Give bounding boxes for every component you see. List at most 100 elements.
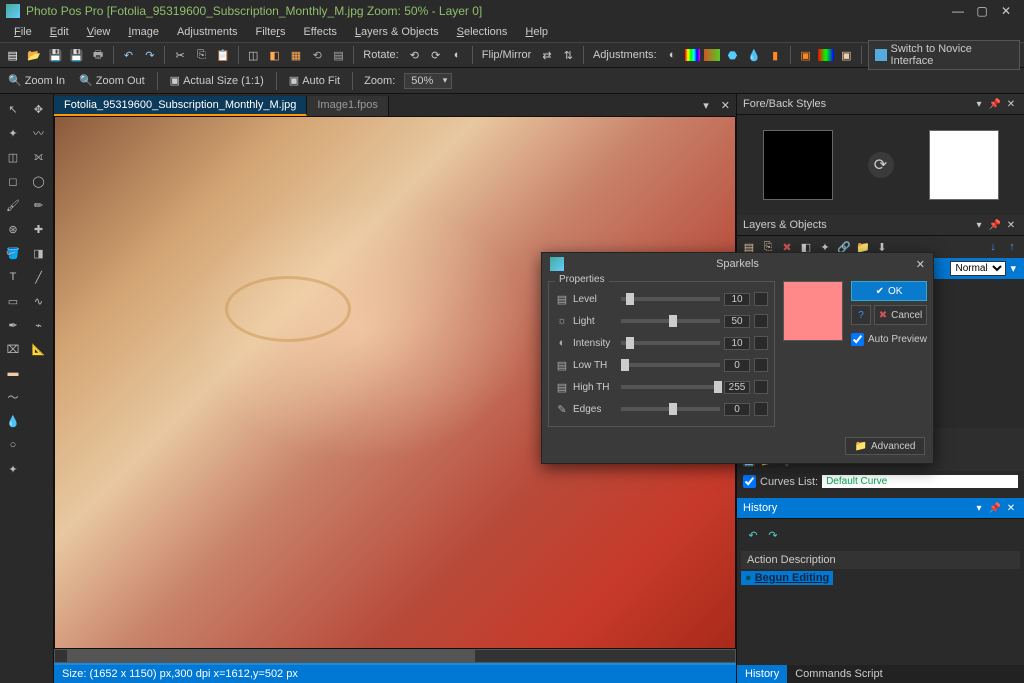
smudge-tool[interactable]: 〜	[2, 386, 24, 408]
adj-levels-icon[interactable]	[685, 49, 700, 61]
panel-close-icon[interactable]: ✕	[1004, 97, 1018, 111]
cancel-button[interactable]: ✖Cancel	[874, 305, 927, 325]
level-reset[interactable]	[754, 292, 768, 306]
layers-menu-icon[interactable]: ▾	[972, 218, 986, 232]
eyedropper-tool[interactable]: ⌧	[2, 338, 24, 360]
actual-size-button[interactable]: ▣Actual Size (1:1)	[166, 72, 268, 89]
auto-fit-button[interactable]: ▣Auto Fit	[285, 72, 344, 89]
edges-reset[interactable]	[754, 402, 768, 416]
color-preview[interactable]	[783, 281, 843, 341]
adj-color-icon[interactable]	[704, 49, 719, 61]
wand-tool[interactable]: ✦	[2, 122, 24, 144]
fill-tool[interactable]: 🪣	[2, 242, 24, 264]
history-item[interactable]: ● Begun Editing	[741, 571, 833, 585]
level-value[interactable]: 10	[724, 293, 750, 306]
close-button[interactable]: ✕	[994, 2, 1018, 20]
brush-tool[interactable]: 🖌	[2, 194, 24, 216]
save-icon[interactable]: 💾	[47, 46, 64, 64]
dodge-tool[interactable]: ○	[2, 434, 24, 456]
level-slider[interactable]	[621, 297, 720, 301]
edges-slider[interactable]	[621, 407, 720, 411]
minimize-button[interactable]: —	[946, 2, 970, 20]
advanced-button[interactable]: 📁 Advanced	[845, 437, 925, 455]
tab-document-1[interactable]: Fotolia_95319600_Subscription_Monthly_M.…	[54, 96, 307, 116]
zoom-in-button[interactable]: 🔍Zoom In	[4, 72, 69, 89]
cut-icon[interactable]: ✂	[171, 46, 188, 64]
canvas-icon[interactable]: ▦	[287, 46, 304, 64]
rotate-canvas-icon[interactable]: ⟲	[309, 46, 326, 64]
layer-down-icon[interactable]: ↓	[985, 239, 1001, 255]
intensity-value[interactable]: 10	[724, 337, 750, 350]
intensity-slider[interactable]	[621, 341, 720, 345]
adj-contrast-icon[interactable]: ◐	[664, 46, 681, 64]
rotate-right-icon[interactable]: ⟳	[427, 46, 444, 64]
layers-header[interactable]: Layers & Objects ▾ 📌 ✕	[737, 215, 1024, 236]
horizontal-scrollbar[interactable]	[54, 649, 736, 663]
text-tool[interactable]: T	[2, 266, 24, 288]
gradient-tool[interactable]: ◨	[28, 242, 50, 264]
tab-dropdown-icon[interactable]: ▾	[697, 96, 715, 116]
history-header[interactable]: History ▾ 📌 ✕	[737, 498, 1024, 519]
light-value[interactable]: 50	[724, 315, 750, 328]
help-button[interactable]: ?	[851, 305, 871, 325]
crop-tool[interactable]: ⟗	[28, 146, 50, 168]
swap-colors-icon[interactable]: ⟳	[868, 152, 894, 178]
curve-tool[interactable]: ∿	[28, 290, 50, 312]
dialog-close-icon[interactable]: ✕	[916, 258, 925, 271]
heal-tool[interactable]: ✚	[28, 218, 50, 240]
undo-icon[interactable]: ↶	[120, 46, 137, 64]
blend-mode-select[interactable]: Normal	[950, 261, 1006, 276]
pointer-tool[interactable]: ↖	[2, 98, 24, 120]
flip-h-icon[interactable]: ⇄	[538, 46, 555, 64]
clone-tool[interactable]: ⊛	[2, 218, 24, 240]
adj-extra3-icon[interactable]: ▣	[838, 46, 855, 64]
curves-list-checkbox[interactable]	[743, 475, 756, 488]
menu-file[interactable]: FFileile	[6, 24, 40, 40]
tab-close-icon[interactable]: ✕	[715, 96, 736, 116]
highth-reset[interactable]	[754, 380, 768, 394]
tab-document-2[interactable]: Image1.fpos	[307, 96, 389, 116]
blend-mode-arrow-icon[interactable]: ▾	[1010, 262, 1016, 275]
blur-tool[interactable]: 💧	[2, 410, 24, 432]
ellipse-select-tool[interactable]: ◯	[28, 170, 50, 192]
rotate-left-icon[interactable]: ⟲	[406, 46, 423, 64]
adj-drop-icon[interactable]: 💧	[745, 46, 762, 64]
paste-icon[interactable]: 📋	[214, 46, 231, 64]
intensity-reset[interactable]	[754, 336, 768, 350]
menu-edit[interactable]: Edit	[42, 24, 77, 40]
pencil-tool[interactable]: ✏	[28, 194, 50, 216]
lowth-reset[interactable]	[754, 358, 768, 372]
menu-view[interactable]: View	[79, 24, 119, 40]
ok-button[interactable]: ✔OK	[851, 281, 927, 301]
flip-v-icon[interactable]: ⇅	[560, 46, 577, 64]
extra-tool[interactable]: ✦	[2, 458, 24, 480]
lowth-value[interactable]: 0	[724, 359, 750, 372]
highth-slider[interactable]	[621, 385, 720, 389]
layer-up-icon[interactable]: ↑	[1004, 239, 1020, 255]
new-file-icon[interactable]: ▤	[4, 46, 21, 64]
rotate-custom-icon[interactable]: ◐	[448, 46, 465, 64]
novice-interface-button[interactable]: Switch to Novice Interface	[868, 40, 1020, 70]
adj-hue-icon[interactable]: ⬣	[724, 46, 741, 64]
light-slider[interactable]	[621, 319, 720, 323]
copy-icon[interactable]: ⎘	[193, 46, 210, 64]
zoom-select[interactable]: 50%	[404, 73, 452, 89]
menu-layers[interactable]: Layers & Objects	[347, 24, 447, 40]
menu-help[interactable]: Help	[517, 24, 556, 40]
curve-name-field[interactable]: Default Curve	[822, 475, 1018, 488]
auto-preview-checkbox[interactable]: Auto Preview	[851, 333, 927, 346]
redo-icon[interactable]: ↷	[141, 46, 158, 64]
background-swatch[interactable]	[929, 130, 999, 200]
grid-icon[interactable]: ▤	[330, 46, 347, 64]
panel-pin-icon[interactable]: 📌	[988, 97, 1002, 111]
layers-pin-icon[interactable]: 📌	[988, 218, 1002, 232]
menu-adjustments[interactable]: Adjustments	[169, 24, 246, 40]
line-tool[interactable]: ╱	[28, 266, 50, 288]
history-menu-icon[interactable]: ▾	[972, 501, 986, 515]
bottom-tab-history[interactable]: History	[737, 665, 787, 683]
measure-tool[interactable]: 📐	[28, 338, 50, 360]
edges-value[interactable]: 0	[724, 403, 750, 416]
foreground-swatch[interactable]	[763, 130, 833, 200]
forebackstyles-header[interactable]: Fore/Back Styles ▾ 📌 ✕	[737, 94, 1024, 115]
shape-tool[interactable]: ▭	[2, 290, 24, 312]
